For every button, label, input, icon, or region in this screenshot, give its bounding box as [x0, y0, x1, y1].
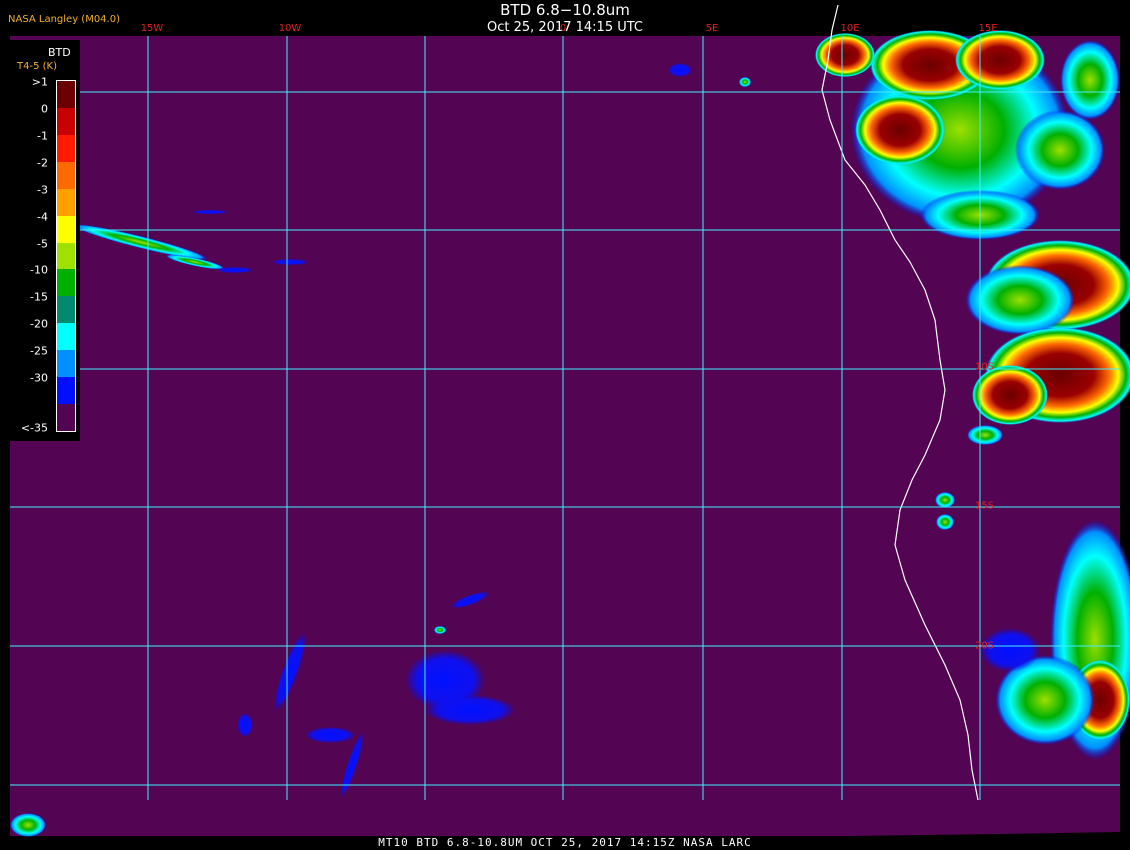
legend-swatch [57, 377, 75, 405]
legend-swatch [57, 404, 75, 432]
legend-tick-label: -15 [30, 290, 48, 304]
legend-tick-label: -2 [37, 156, 48, 170]
legend-tick-label: >1 [31, 75, 48, 89]
legend-tick-label: -25 [30, 344, 48, 358]
legend-swatch [57, 242, 75, 270]
legend-tick-label: -20 [30, 317, 48, 331]
legend-swatch [57, 269, 75, 297]
legend-swatch [57, 107, 75, 136]
legend-swatch [57, 134, 75, 163]
legend-colorbar [56, 80, 76, 432]
lon-label-10w: 10W [278, 23, 302, 34]
legend-tick-label: -10 [30, 263, 48, 277]
color-legend: BTD T4-5 (K) >1 0 -1 -2 -3 -4 -5 -10 -15 -20 -25 -3… [10, 40, 80, 441]
legend-tick-label: -3 [37, 183, 48, 197]
legend-swatch [57, 215, 75, 244]
lon-label-15e: 15E [978, 23, 998, 34]
lon-label-5e: 5E [705, 23, 719, 34]
lat-label-20s: 20S [975, 640, 995, 652]
legend-tick-label: -30 [30, 371, 48, 385]
lon-label-0: 0 [559, 23, 567, 34]
lat-label-15s: 15S [975, 500, 995, 512]
lon-label-10e: 10E [840, 23, 860, 34]
legend-swatch [57, 350, 75, 378]
legend-swatch [57, 296, 75, 324]
legend-tick-label: -1 [37, 129, 48, 143]
legend-tick-label: -4 [37, 210, 48, 224]
legend-tick-label: -5 [37, 237, 48, 251]
legend-tick-label: 0 [41, 102, 48, 116]
satellite-map [10, 4, 1130, 850]
legend-swatch [57, 188, 75, 217]
legend-tick-label: <-35 [20, 421, 48, 435]
lat-label-10s: 10S [975, 361, 995, 373]
legend-swatch [57, 161, 75, 190]
legend-title: BTD [48, 46, 71, 59]
product-title: BTD 6.8−10.8um [500, 1, 630, 19]
lon-label-15w: 15W [140, 23, 164, 34]
legend-swatch [57, 323, 75, 351]
footer-caption: MT10 BTD 6.8-10.8UM OCT 25, 2017 14:15Z … [378, 836, 752, 849]
legend-units: T4-5 (K) [17, 61, 57, 72]
legend-swatch [57, 81, 75, 109]
